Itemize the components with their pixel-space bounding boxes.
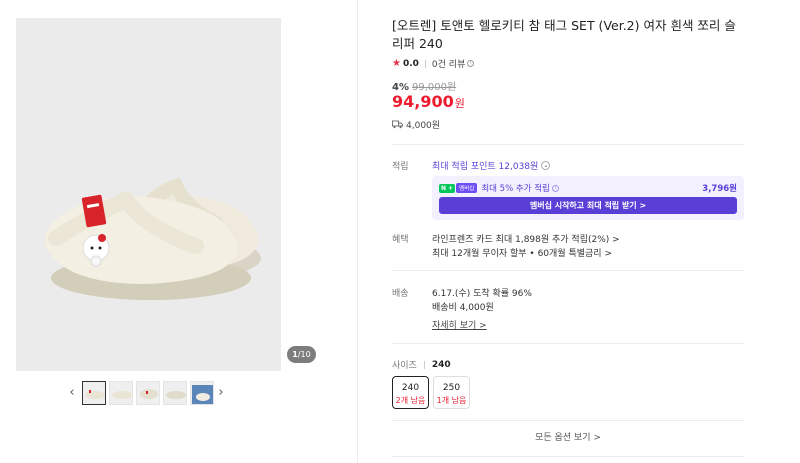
review-count-link[interactable]: 0건 리뷰 <box>432 57 465 70</box>
size-label: 사이즈 <box>392 361 417 371</box>
size-value: 240 <box>401 383 420 393</box>
rating-row: ★ 0.0 0건 리뷰 i <box>392 57 475 70</box>
thumbnail-5[interactable] <box>190 381 214 405</box>
installment-benefit-link[interactable]: 최대 12개월 무이자 할부 • 60개월 특별금리 > <box>432 246 612 259</box>
size-header: 사이즈 240 <box>392 358 451 372</box>
selected-size: 240 <box>431 359 451 370</box>
sandal-illustration <box>44 177 261 300</box>
star-icon: ★ <box>392 58 401 69</box>
shipping-fee: 4,000원 <box>406 121 441 131</box>
section-divider <box>392 144 744 145</box>
arrival-estimate: 6.17.(수) 도착 확률 96% <box>432 289 532 299</box>
thumbnail-3[interactable] <box>136 381 160 405</box>
size-stock: 1개 남음 <box>436 396 467 405</box>
rating-score: 0.0 <box>402 58 419 69</box>
sale-price-row: 94,900 원 <box>392 92 465 111</box>
max-points-text: 최대 적립 포인트 12,038원 <box>432 162 539 172</box>
membership-extra-text: 최대 5% 추가 적립 <box>481 184 550 194</box>
membership-start-button[interactable]: 멤버십 시작하고 최대 적립 받기 > <box>439 197 737 214</box>
product-main-image[interactable] <box>16 18 281 371</box>
membership-extra-row: N + 멤버십 최대 5% 추가 적립 i 3,796원 <box>439 182 737 194</box>
delivery-label: 배송 <box>392 289 409 299</box>
shipping-fee-row: 4,000원 <box>392 118 440 131</box>
image-counter: 1/10 <box>287 346 316 363</box>
info-icon[interactable]: i <box>551 184 559 192</box>
original-price: 99,000원 <box>411 82 457 93</box>
thumbnail-2[interactable] <box>109 381 133 405</box>
size-value: 250 <box>442 383 461 393</box>
discount-row: 4% 99,000원 <box>392 78 456 93</box>
delivery-fee: 배송비 4,000원 <box>432 303 494 313</box>
section-divider <box>392 343 744 344</box>
column-divider <box>357 0 358 463</box>
thumb-next-arrow-icon[interactable]: › <box>214 386 228 400</box>
thumbnail-strip: ‹ › <box>65 380 228 406</box>
membership-box: N + 멤버십 최대 5% 추가 적립 i 3,796원 멤버십 시작하고 최대… <box>432 176 744 220</box>
membership-amount: 3,796원 <box>702 184 737 194</box>
size-option-240[interactable]: 240 2개 남음 <box>392 376 429 409</box>
max-points-toggle[interactable]: 최대 적립 포인트 12,038원 ⌄ <box>432 159 551 172</box>
thumb-prev-arrow-icon[interactable]: ‹ <box>65 386 79 400</box>
section-divider <box>392 456 744 457</box>
size-separator <box>423 360 425 369</box>
benefits-label: 혜택 <box>392 235 409 245</box>
card-benefit-link[interactable]: 라인프렌즈 카드 최대 1,898원 추가 적립(2%) > <box>432 232 620 245</box>
thumbnail-4[interactable] <box>163 381 187 405</box>
view-all-options-link[interactable]: 모든 옵션 보기 > <box>392 430 744 443</box>
thumbnail-1[interactable] <box>82 381 106 405</box>
size-stock: 2개 남음 <box>395 396 426 405</box>
info-icon[interactable]: i <box>467 60 475 67</box>
product-title: [오트렌] 토앤토 헬로키티 참 태그 SET (Ver.2) 여자 흰색 쪼리… <box>392 18 736 51</box>
sale-price-unit: 원 <box>454 97 465 110</box>
size-option-250[interactable]: 250 1개 남음 <box>433 376 470 409</box>
section-divider <box>392 420 744 421</box>
chevron-down-icon: ⌄ <box>541 161 551 170</box>
rating-separator <box>424 59 426 68</box>
naverpay-badge: N + <box>439 183 456 193</box>
truck-icon <box>392 120 403 129</box>
points-label: 적립 <box>392 162 409 172</box>
counter-total: /10 <box>297 350 311 359</box>
membership-badge: 멤버십 <box>456 183 478 193</box>
section-divider <box>392 270 744 271</box>
sale-price: 94,900 <box>392 92 454 111</box>
delivery-details-link[interactable]: 자세히 보기 > <box>432 318 487 331</box>
